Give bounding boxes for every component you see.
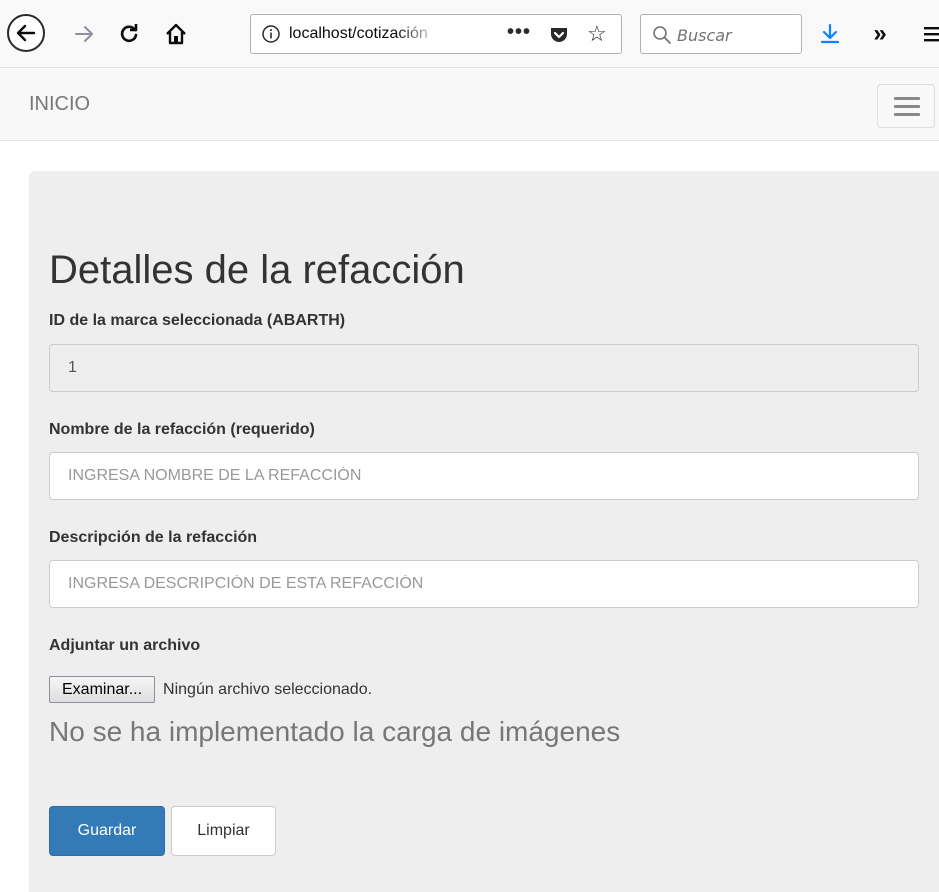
info-icon[interactable] <box>261 24 281 44</box>
search-placeholder: Buscar <box>677 26 732 45</box>
overflow-icon[interactable]: » <box>864 18 896 50</box>
download-icon <box>820 23 840 44</box>
browse-file-button[interactable]: Examinar... <box>49 676 156 703</box>
brand-id-field[interactable] <box>49 344 919 392</box>
toggle-bar <box>894 97 920 100</box>
url-text[interactable]: localhost/cotización <box>289 25 441 43</box>
search-bar[interactable]: Buscar <box>640 14 802 54</box>
brand-id-label: ID de la marca seleccionada (ABARTH) <box>49 312 346 329</box>
reload-icon <box>120 24 138 43</box>
bookmark-star-icon[interactable]: ☆ <box>587 21 607 47</box>
navbar-toggle-button[interactable] <box>877 84 935 128</box>
pocket-icon[interactable] <box>549 25 569 45</box>
download-button[interactable] <box>814 18 846 50</box>
file-status-text: Ningún archivo seleccionado. <box>163 680 373 698</box>
toggle-bar <box>894 113 920 116</box>
forward-button[interactable] <box>68 18 100 50</box>
image-upload-notice: No se ha implementado la carga de imágen… <box>49 716 621 747</box>
home-icon <box>166 23 186 45</box>
back-button[interactable] <box>7 14 45 52</box>
file-picker: Examinar... Ningún archivo seleccionado. <box>49 676 372 703</box>
attachment-label: Adjuntar un archivo <box>49 637 201 654</box>
part-description-label: Descripción de la refacción <box>49 529 258 546</box>
part-name-input[interactable] <box>49 452 919 500</box>
part-description-input[interactable] <box>49 560 919 608</box>
url-bar[interactable]: localhost/cotización ••• ☆ <box>250 14 622 54</box>
navbar: INICIO <box>0 69 939 141</box>
forward-arrow-icon <box>75 26 93 42</box>
toggle-bar <box>894 105 920 108</box>
clear-button[interactable]: Limpiar <box>171 806 276 856</box>
part-name-label: Nombre de la refacción (requerido) <box>49 421 315 438</box>
home-button[interactable] <box>160 18 192 50</box>
page-title: Detalles de la refacción <box>49 248 465 292</box>
navbar-brand-link[interactable]: INICIO <box>29 93 90 116</box>
save-button[interactable]: Guardar <box>49 806 165 856</box>
search-icon <box>653 26 671 44</box>
page-actions-icon[interactable]: ••• <box>507 21 531 44</box>
back-arrow-icon <box>16 24 36 42</box>
browser-toolbar: localhost/cotización ••• ☆ Buscar » <box>0 0 939 68</box>
hamburger-menu-icon[interactable] <box>920 18 939 50</box>
reload-button[interactable] <box>113 18 145 50</box>
